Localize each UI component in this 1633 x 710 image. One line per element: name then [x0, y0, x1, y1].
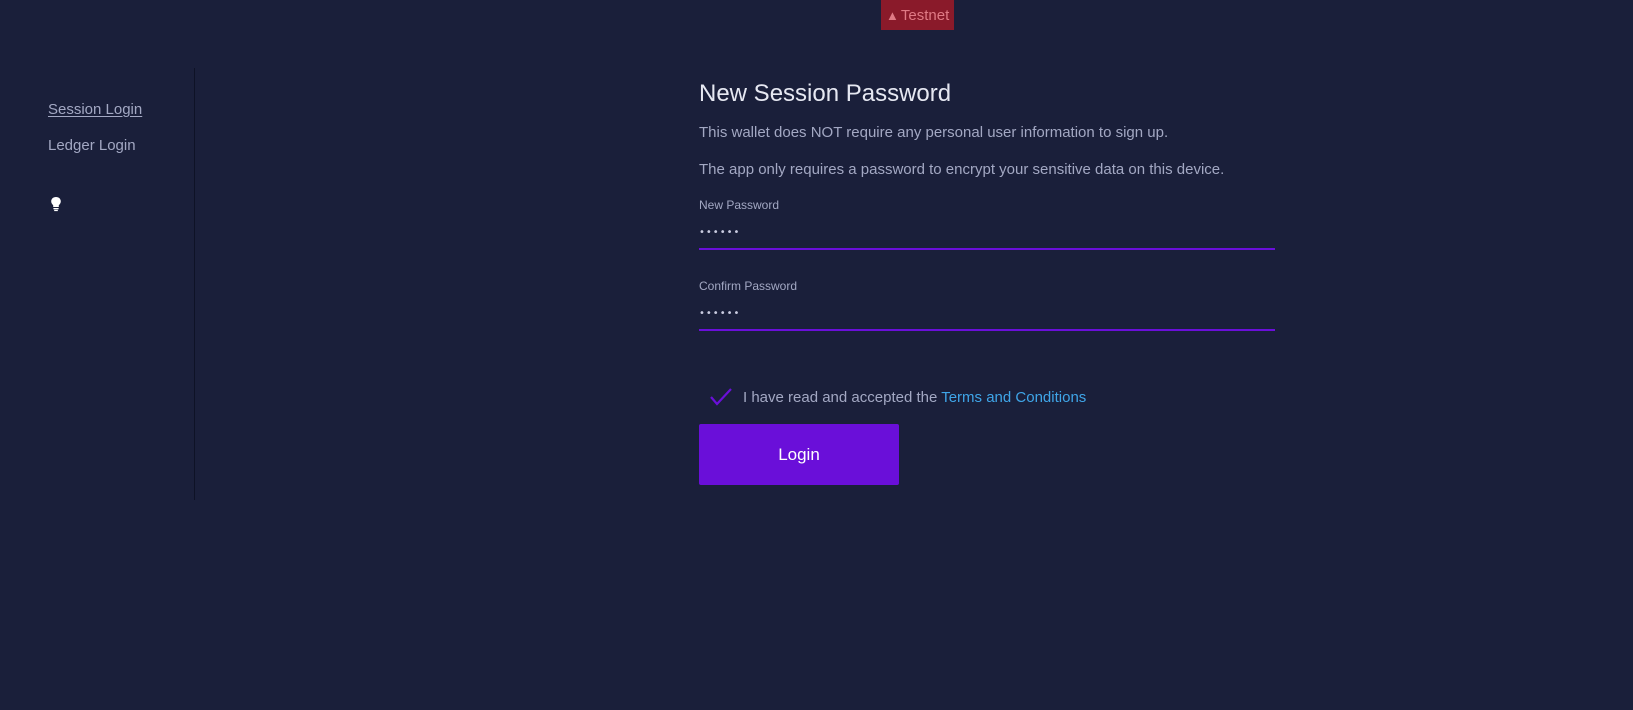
info-text-no-personal-info: This wallet does NOT require any persona…	[699, 124, 1169, 141]
confirm-password-label: Confirm Password	[699, 279, 798, 293]
page-title: New Session Password	[699, 80, 952, 107]
login-button[interactable]: Login	[699, 424, 899, 485]
warning-icon: ▲	[886, 7, 899, 23]
confirm-password-field: Confirm Password	[699, 279, 1275, 339]
new-password-label: New Password	[699, 198, 780, 212]
checkmark-icon	[710, 388, 732, 406]
new-password-input[interactable]	[699, 216, 1275, 250]
sidebar: Session Login Ledger Login	[0, 68, 195, 500]
sidebar-item-session-login[interactable]: Session Login	[48, 101, 142, 118]
terms-checkbox[interactable]	[706, 382, 736, 412]
terms-row: I have read and accepted the Terms and C…	[699, 382, 1086, 412]
terms-text: I have read and accepted the	[743, 388, 942, 406]
info-text-password-purpose: The app only requires a password to encr…	[699, 161, 1225, 178]
terms-link[interactable]: Terms and Conditions	[941, 389, 1086, 406]
sidebar-item-ledger-login[interactable]: Ledger Login	[48, 137, 136, 154]
lightbulb-icon[interactable]	[50, 196, 62, 212]
testnet-label: Testnet	[900, 6, 950, 24]
new-password-field: New Password	[699, 198, 1275, 258]
confirm-password-input[interactable]	[699, 297, 1275, 331]
terms-label: I have read and accepted the Terms and C…	[743, 389, 1086, 406]
testnet-badge: ▲ Testnet	[881, 0, 955, 30]
page: ▲ Testnet Session Login Ledger Login New…	[0, 0, 1633, 710]
